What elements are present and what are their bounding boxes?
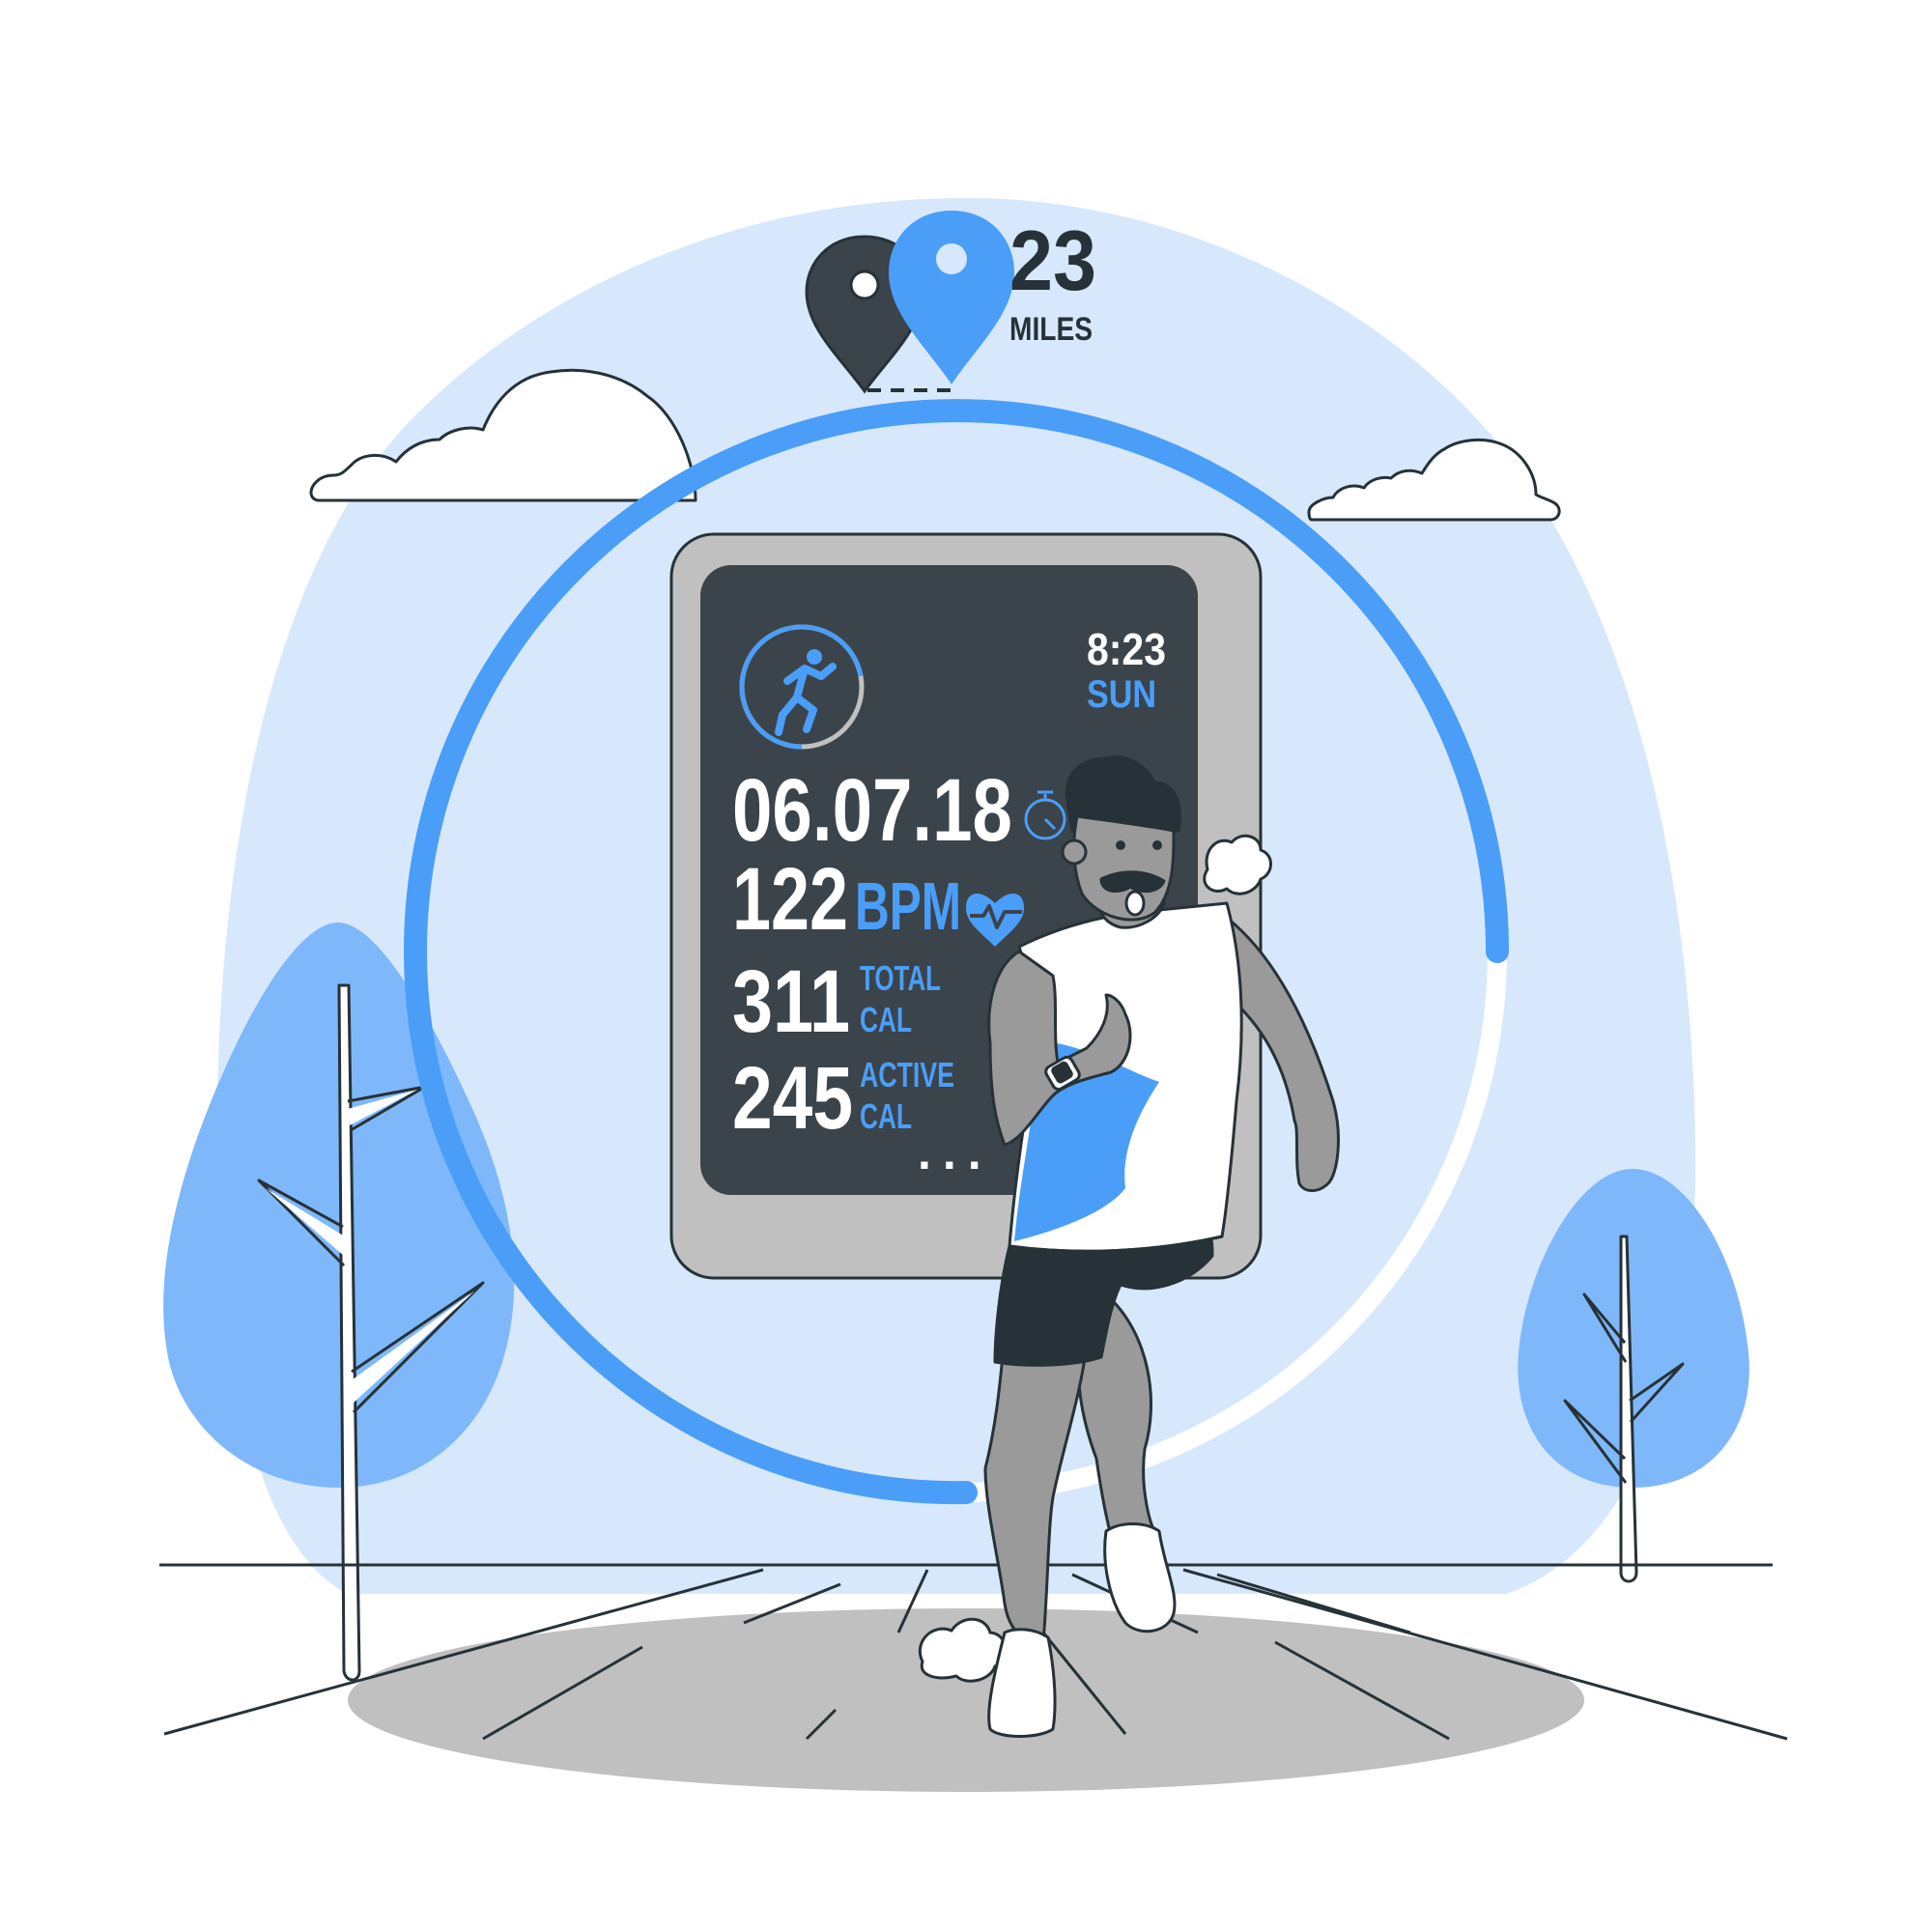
total-calories-label-line2: CAL bbox=[860, 1000, 912, 1039]
total-calories-label-line1: TOTAL bbox=[860, 958, 941, 998]
more-indicator[interactable]: ... bbox=[918, 1125, 993, 1179]
active-calories-label-line1: ACTIVE bbox=[860, 1055, 954, 1094]
watch-date: 06.07.18 bbox=[732, 761, 1012, 860]
runner-mouth bbox=[1124, 890, 1146, 917]
runner-ear bbox=[1061, 838, 1088, 866]
distance-unit: MILES bbox=[1009, 311, 1093, 348]
distance-value: 23 bbox=[1009, 213, 1096, 308]
active-calories-label-line2: CAL bbox=[860, 1096, 912, 1136]
watch-day: SUN bbox=[1087, 673, 1156, 716]
running-smartwatch-illustration: 23 MILES 8:23 SUN 06.07.18 122 BPM 311 T… bbox=[159, 198, 1788, 1792]
heart-rate-unit: BPM bbox=[855, 868, 961, 944]
total-calories-value: 311 bbox=[732, 952, 850, 1051]
heart-rate-value: 122 bbox=[732, 850, 848, 949]
watch-time: 8:23 bbox=[1087, 624, 1166, 674]
active-calories-value: 245 bbox=[732, 1049, 853, 1148]
runner-mustache bbox=[1099, 870, 1166, 894]
runner-face bbox=[1072, 814, 1176, 922]
